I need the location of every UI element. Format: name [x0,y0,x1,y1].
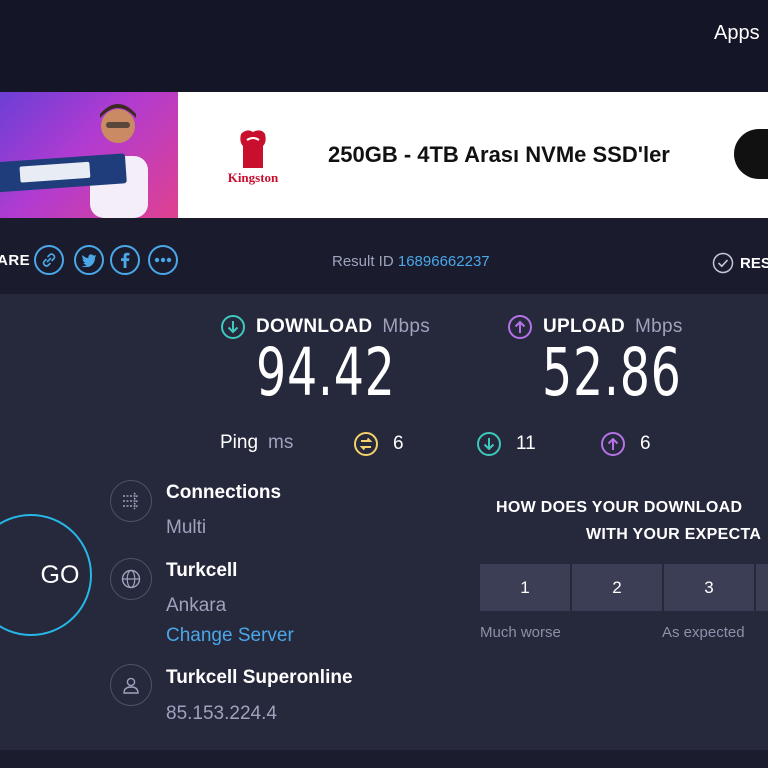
rating-option-3[interactable]: 3 [664,564,754,611]
apps-link[interactable]: Apps [714,22,760,45]
facebook-icon[interactable] [110,245,140,275]
change-server-link[interactable]: Change Server [166,625,294,647]
result-id-label: Result ID [332,253,394,270]
results-label: RES [740,254,768,272]
share-row: ARE Result ID 16896662237 RES [0,218,768,294]
survey-question-line1: HOW DOES YOUR DOWNLOAD [496,499,743,516]
ping-label: Ping [220,432,259,453]
top-nav: Apps [0,0,768,92]
link-icon[interactable] [34,245,64,275]
idle-latency-icon [354,432,378,456]
rating-option-2[interactable]: 2 [572,564,662,611]
ping-idle: 6 [353,431,404,457]
upload-arrow-icon [508,315,532,339]
connections-title: Connections [166,482,282,503]
ping-label-group: Ping ms [220,432,293,454]
result-id: Result ID 16896662237 [332,253,490,270]
download-value: 94.42 [256,334,396,411]
kingston-wordmark: Kingston [227,170,279,185]
connections-icon [110,480,152,522]
check-circle-icon [712,252,734,274]
upload-value: 52.86 [542,334,682,411]
download-latency-icon [477,432,501,456]
user-icon [110,664,152,706]
ping-idle-value: 6 [393,433,404,454]
result-id-link[interactable]: 16896662237 [398,253,490,270]
rating-option-1[interactable]: 1 [480,564,570,611]
rating-option-4[interactable] [756,564,768,611]
upload-latency-icon [601,432,625,456]
ping-unit: ms [268,432,294,453]
share-label: ARE [0,252,31,269]
rating-low-label: Much worse [480,624,561,641]
go-button[interactable]: GO [0,514,92,636]
download-arrow-icon [221,315,245,339]
ping-upload-value: 6 [640,433,651,454]
more-icon[interactable] [148,245,178,275]
server-name: Turkcell [166,560,238,581]
rating-mid-label: As expected [662,624,745,641]
globe-icon [110,558,152,600]
ad-cta-button[interactable] [734,129,768,179]
ping-download-value: 11 [516,433,536,454]
connections-value: Multi [166,517,207,538]
isp-name: Turkcell Superonline [166,667,353,688]
ping-download: 11 [476,431,536,457]
twitter-icon[interactable] [74,245,104,275]
ad-image [0,92,178,218]
isp-ip: 85.153.224.4 [166,703,277,724]
ping-upload: 6 [600,431,651,457]
kingston-logo: Kingston [220,128,286,188]
footer-strip [0,750,768,768]
results-link[interactable]: RES [712,252,768,274]
server-location: Ankara [166,595,227,616]
survey-question-line2: WITH YOUR EXPECTA [586,526,762,543]
ad-banner[interactable]: Kingston 250GB - 4TB Arası NVMe SSD'ler [0,92,768,218]
ad-headline[interactable]: 250GB - 4TB Arası NVMe SSD'ler [328,142,670,168]
results-panel: DOWNLOAD Mbps 94.42 UPLOAD Mbps 52.86 Pi… [0,294,768,750]
